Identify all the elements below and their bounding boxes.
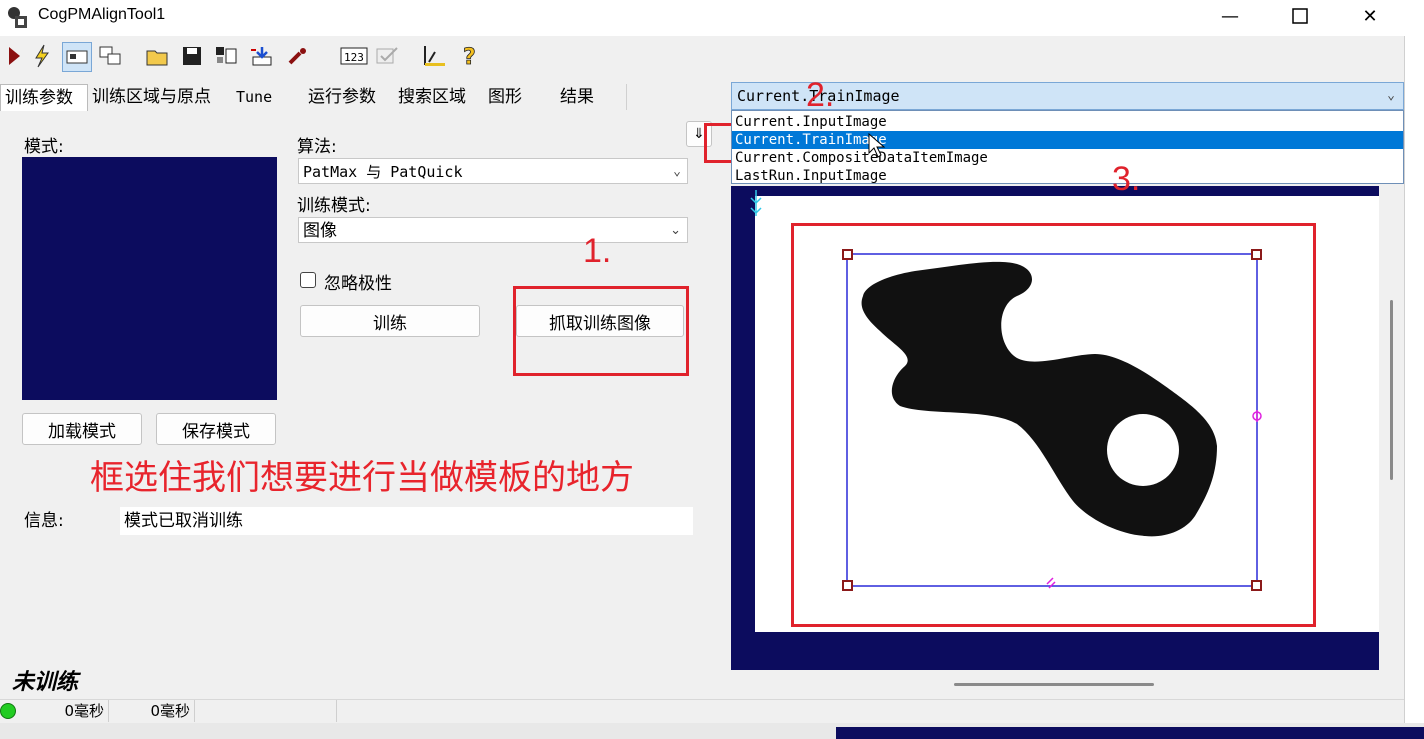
status-time-1: 0毫秒 bbox=[20, 700, 109, 722]
check-icon bbox=[374, 42, 402, 70]
tab-tune[interactable]: Tune bbox=[232, 84, 307, 110]
close-icon[interactable]: ✕ bbox=[1340, 0, 1400, 32]
app-icon bbox=[4, 4, 30, 30]
annotation-step-2: 2. bbox=[806, 76, 835, 114]
save-pattern-button[interactable]: 保存模式 bbox=[156, 413, 276, 445]
save-icon[interactable] bbox=[178, 42, 206, 70]
minimize-icon[interactable]: — bbox=[1200, 0, 1260, 32]
display-icon[interactable] bbox=[62, 42, 92, 72]
annotation-box-1 bbox=[513, 286, 689, 376]
tab-results[interactable]: 结果 bbox=[556, 84, 627, 110]
ignore-polarity-checkbox[interactable] bbox=[300, 272, 316, 288]
import-icon[interactable] bbox=[248, 42, 276, 70]
tab-run-params[interactable]: 运行参数 bbox=[304, 84, 397, 110]
option-current-composite-image[interactable]: Current.CompositeDataItemImage bbox=[732, 149, 1403, 167]
train-mode-value: 图像 bbox=[303, 221, 337, 241]
measure-icon[interactable] bbox=[420, 42, 448, 70]
tab-train-region[interactable]: 训练区域与原点 bbox=[88, 84, 235, 110]
maximize-icon[interactable] bbox=[1270, 0, 1330, 32]
chevron-down-icon: ⌄ bbox=[673, 164, 681, 179]
help-icon[interactable]: ? bbox=[456, 42, 484, 70]
annotation-step-1: 1. bbox=[583, 232, 612, 270]
trained-status: 未训练 bbox=[12, 669, 79, 695]
algorithm-value: PatMax 与 PatQuick bbox=[303, 163, 463, 181]
electric-icon[interactable] bbox=[28, 42, 56, 70]
load-pattern-button[interactable]: 加载模式 bbox=[22, 413, 142, 445]
chevron-down-icon: ⌄ bbox=[670, 223, 681, 238]
mouse-cursor-icon bbox=[868, 132, 886, 163]
float-icon[interactable] bbox=[96, 42, 124, 70]
svg-text:?: ? bbox=[463, 45, 476, 68]
counter-icon[interactable]: 123 bbox=[340, 42, 368, 70]
option-current-input-image[interactable]: Current.InputImage bbox=[732, 113, 1403, 131]
info-label: 信息: bbox=[24, 511, 64, 531]
reset-icon[interactable] bbox=[284, 42, 312, 70]
ignore-polarity-label: 忽略极性 bbox=[324, 274, 392, 294]
chevron-down-icon: ⌄ bbox=[1387, 88, 1395, 103]
tab-search-region[interactable]: 搜索区域 bbox=[394, 84, 487, 110]
status-led-icon bbox=[0, 703, 16, 719]
algorithm-label: 算法: bbox=[297, 137, 337, 157]
tab-train-params[interactable]: 训练参数 bbox=[0, 84, 88, 111]
annotation-box-3 bbox=[791, 223, 1316, 627]
tab-graphics[interactable]: 图形 bbox=[484, 84, 559, 110]
status-time-2: 0毫秒 bbox=[108, 700, 195, 722]
svg-text:123: 123 bbox=[344, 51, 364, 64]
horizontal-scrollbar[interactable] bbox=[954, 683, 1154, 686]
train-button[interactable]: 训练 bbox=[300, 305, 480, 337]
algorithm-select[interactable]: PatMax 与 PatQuick ⌄ bbox=[298, 158, 688, 184]
train-mode-label: 训练模式: bbox=[297, 196, 371, 216]
background-window bbox=[836, 727, 1424, 739]
status-cell-3 bbox=[196, 700, 337, 722]
image-source-list: Current.InputImage Current.TrainImage Cu… bbox=[731, 110, 1404, 184]
option-current-train-image[interactable]: Current.TrainImage bbox=[732, 131, 1403, 149]
info-field: 模式已取消训练 bbox=[120, 507, 693, 535]
pattern-label: 模式: bbox=[24, 137, 64, 157]
run-icon[interactable] bbox=[0, 42, 28, 70]
option-lastrun-input-image[interactable]: LastRun.InputImage bbox=[732, 167, 1403, 185]
train-mode-select[interactable]: 图像 ⌄ bbox=[298, 217, 688, 243]
open-folder-icon[interactable] bbox=[144, 42, 172, 70]
grid-icon[interactable] bbox=[212, 42, 240, 70]
annotation-step-3: 3. bbox=[1112, 160, 1141, 198]
annotation-note: 框选住我们想要进行当做模板的地方 bbox=[90, 458, 634, 498]
vertical-scrollbar[interactable] bbox=[1390, 300, 1393, 480]
window-title: CogPMAlignTool1 bbox=[38, 6, 166, 23]
pattern-preview bbox=[22, 157, 277, 400]
window-edge bbox=[1404, 36, 1424, 723]
